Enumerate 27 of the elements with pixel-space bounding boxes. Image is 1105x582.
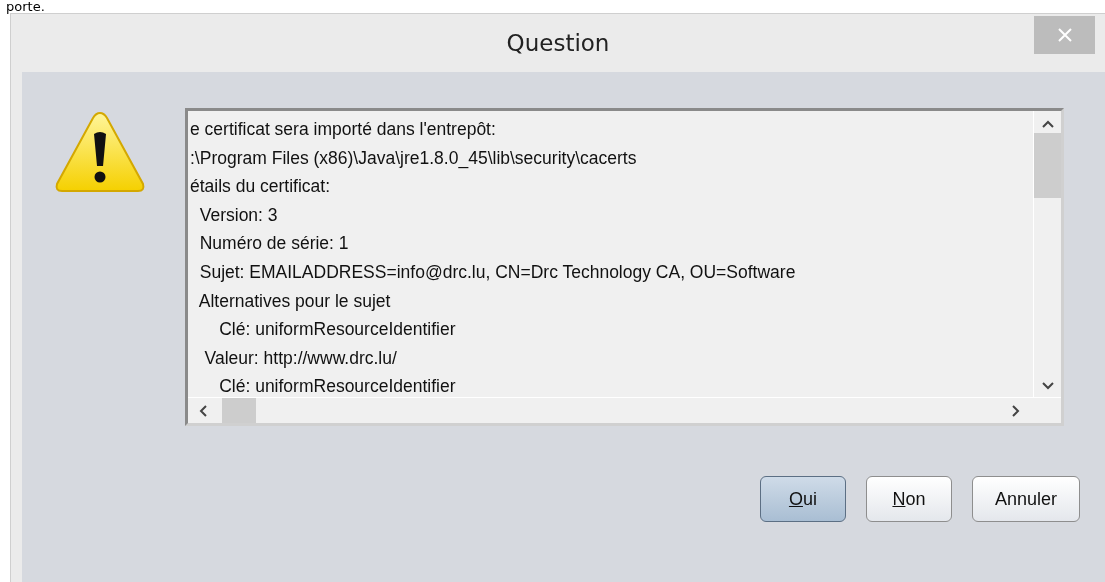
close-button[interactable]	[1034, 16, 1095, 54]
document-text: porte.	[5, 0, 46, 13]
text-line: Numéro de série: 1	[198, 232, 350, 256]
text-line: Valeur: http://www.drc.lu/	[203, 346, 398, 370]
warning-icon	[54, 110, 146, 194]
scroll-thumb[interactable]	[1034, 133, 1061, 198]
horizontal-scrollbar[interactable]	[188, 397, 1061, 423]
text-line: Alternatives pour le sujet	[197, 289, 392, 313]
text-line: Clé: uniformResourceIdentifier	[218, 318, 457, 342]
window-title: Question	[506, 30, 610, 56]
vertical-scrollbar[interactable]	[1033, 111, 1061, 397]
dialog-button[interactable]: Non	[865, 476, 952, 522]
dialog-button[interactable]: Oui	[759, 476, 846, 522]
scroll-right-icon	[1011, 403, 1021, 418]
text-line: Clé: uniformResourceIdentifier	[218, 375, 457, 397]
text-line: étails du certificat:	[190, 175, 332, 199]
dialog-button[interactable]: Annuler	[971, 476, 1080, 522]
scroll-up-icon	[1040, 119, 1055, 129]
certificate-text-area[interactable]	[185, 108, 1064, 426]
scroll-thumb[interactable]	[222, 398, 256, 423]
text-line: Sujet: EMAILADDRESS=info@drc.lu, CN=Drc Technology CA, OU=Software	[198, 260, 797, 284]
close-icon	[1057, 28, 1072, 42]
text-line: Version: 3	[198, 203, 279, 227]
text-line: e certificat sera importé dans l'entrepôt:	[190, 118, 497, 141]
scroll-left-icon	[198, 403, 208, 418]
text-line: :\Program Files (x86)\Java\jre1.8.0_45\lib\security\cacerts	[190, 146, 638, 171]
scroll-down-icon	[1040, 381, 1055, 391]
